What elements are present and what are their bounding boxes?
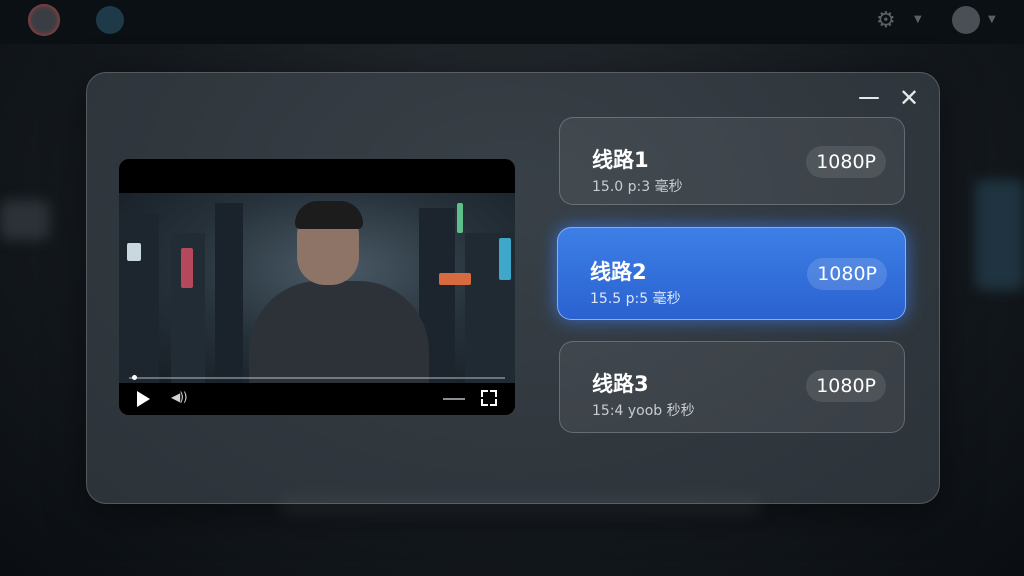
avatar-icon [952,6,980,34]
player-controls: ◀)) [119,383,515,415]
app-logo-icon [28,4,60,36]
route-latency: 15.5 p:5 毫秒 [590,291,681,307]
route-latency: 15:4 yoob 秒秒 [592,403,695,419]
background-topbar [0,0,1024,44]
video-frame [119,193,515,391]
route-card-1[interactable]: 线路1 15.0 p:3 毫秒 1080P [559,117,905,205]
volume-icon[interactable]: ◀)) [171,390,188,404]
route-name: 线路3 [592,372,649,396]
neon-sign [439,273,471,285]
route-resolution-badge: 1080P [806,370,886,402]
route-resolution-badge: 1080P [807,258,887,290]
video-player[interactable]: ◀)) [119,159,515,415]
route-name: 线路1 [592,148,649,172]
play-icon[interactable] [137,391,150,407]
route-card-3[interactable]: 线路3 15:4 yoob 秒秒 1080P [559,341,905,433]
close-icon: ✕ [898,84,920,112]
fullscreen-icon[interactable] [481,390,497,406]
route-name: 线路2 [590,260,647,284]
neon-sign [127,243,141,261]
neon-sign [457,203,463,233]
chevron-down-icon: ▼ [988,14,996,25]
route-resolution-badge: 1080P [806,146,886,178]
volume-slider[interactable] [443,398,465,400]
chevron-down-icon: ▼ [914,14,922,25]
progress-bar[interactable] [129,377,505,379]
progress-handle[interactable] [131,375,137,380]
minimize-button[interactable] [855,84,883,112]
background-blur-shape [975,180,1024,290]
neon-sign [499,238,511,280]
gear-icon: ⚙ [876,8,896,33]
minimize-icon [859,97,879,99]
neon-sign [181,248,193,288]
background-blur-shape [0,200,50,240]
building-shape [119,213,159,383]
route-latency: 15.0 p:3 毫秒 [592,179,683,195]
app-secondary-icon [96,6,124,34]
person-figure [249,281,429,391]
person-hair [295,201,363,229]
close-button[interactable]: ✕ [895,84,923,112]
building-shape [215,203,243,383]
route-card-2[interactable]: 线路2 15.5 p:5 毫秒 1080P [557,227,906,320]
